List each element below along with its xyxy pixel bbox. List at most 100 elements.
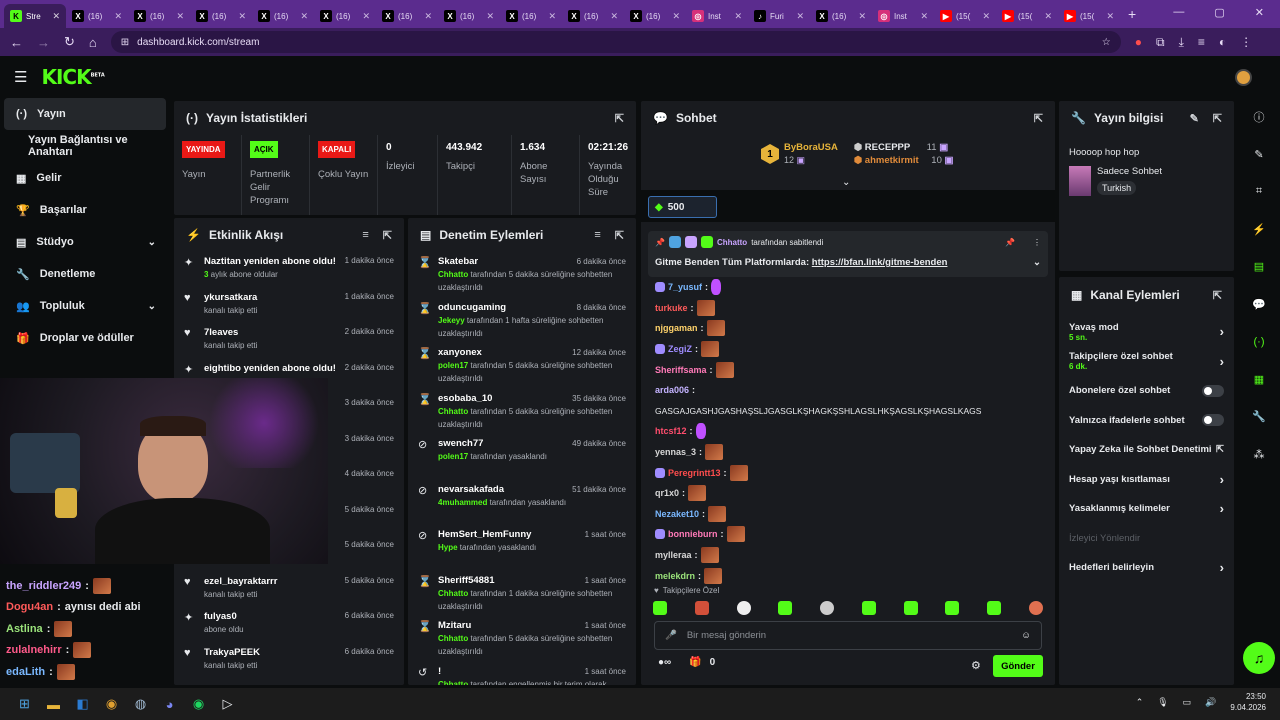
unpin-icon[interactable]: 📌 [1005, 238, 1015, 247]
popout-icon[interactable]: ⇱ [615, 229, 624, 242]
emote-button[interactable] [903, 601, 918, 615]
browser-tab[interactable]: ◎ Inst ✕ [686, 4, 748, 28]
outlook-icon[interactable]: ◧ [68, 692, 97, 716]
chevron-right-icon[interactable]: › [1220, 560, 1224, 575]
bookmark-star-icon[interactable]: ☆ [1102, 37, 1111, 48]
chevron-right-icon[interactable]: › [1220, 472, 1224, 487]
points-icon[interactable]: ●∞ [658, 657, 671, 668]
media-player-icon[interactable]: ▷ [213, 692, 242, 716]
close-tab-icon[interactable]: ✕ [1106, 11, 1114, 22]
close-tab-icon[interactable]: ✕ [176, 11, 184, 22]
close-tab-icon[interactable]: ✕ [52, 11, 60, 22]
emote-button[interactable] [1028, 601, 1043, 615]
forward-icon[interactable]: → [37, 35, 50, 50]
close-tab-icon[interactable]: ✕ [672, 11, 680, 22]
moderated-user[interactable]: xanyonex [438, 347, 482, 359]
browser-tab[interactable]: ▶ (15(✕ [1058, 4, 1120, 28]
emote-button[interactable] [820, 601, 835, 615]
activity-user[interactable]: fulyas0 [204, 611, 337, 623]
browser-tab[interactable]: X (16) ✕ [500, 4, 562, 28]
moderated-user[interactable]: Sheriff54881 [438, 575, 495, 587]
browser-tab[interactable]: ◎ Inst ✕ [872, 4, 934, 28]
support-headset-icon[interactable]: ♫ [1243, 642, 1275, 674]
toggle-switch[interactable] [1202, 414, 1224, 427]
toggle-switch[interactable] [1202, 384, 1224, 397]
crop-icon[interactable]: ⌗ [1238, 173, 1280, 211]
url-bar[interactable]: ⊞ dashboard.kick.com/stream ☆ [110, 31, 1121, 53]
filter-icon[interactable]: ≡ [594, 229, 600, 242]
back-icon[interactable]: ← [10, 35, 23, 50]
new-tab-icon[interactable]: + [1128, 6, 1136, 22]
browser-tab[interactable]: X (16) ✕ [810, 4, 872, 28]
mic-icon[interactable]: 🎤 [665, 630, 677, 641]
emote-button[interactable] [987, 601, 1002, 615]
profile-avatar-icon[interactable]: ◐ [1219, 35, 1226, 49]
chat-username[interactable]: yennas_3 [655, 447, 696, 457]
chat-username[interactable]: Nezaket10 [655, 509, 699, 519]
chevron-down-icon[interactable]: ⌄ [148, 237, 156, 248]
close-tab-icon[interactable]: ✕ [238, 11, 246, 22]
moderated-user[interactable]: HemSert_HemFunny [438, 529, 531, 541]
activity-user[interactable]: ykursatkara [204, 292, 337, 304]
chat-username[interactable]: arda006 [655, 385, 689, 395]
close-tab-icon[interactable]: ✕ [920, 11, 928, 22]
spotify-icon[interactable]: ◉ [184, 692, 213, 716]
reload-icon[interactable]: ↻ [64, 34, 75, 50]
moderator-name[interactable]: polen17 [438, 452, 468, 461]
browser-tab[interactable]: X (16) ✕ [376, 4, 438, 28]
gifter-name[interactable]: ByBoraUSA [784, 142, 838, 154]
moderator-name[interactable]: 4muhammed [438, 498, 487, 507]
close-tab-icon[interactable]: ✕ [796, 11, 804, 22]
browser-tab[interactable]: X (16) ✕ [252, 4, 314, 28]
close-tab-icon[interactable]: ✕ [548, 11, 556, 22]
moderated-user[interactable]: ! [438, 666, 441, 678]
gifter-name[interactable]: RECEPPP [865, 142, 910, 153]
home-icon[interactable]: ⌂ [89, 35, 97, 50]
chat-username[interactable]: melekdrn [655, 571, 695, 581]
document-icon[interactable]: ▤ [1238, 248, 1280, 286]
close-tab-icon[interactable]: ✕ [114, 11, 122, 22]
site-info-icon[interactable]: ⊞ [121, 37, 129, 48]
close-tab-icon[interactable]: ✕ [734, 11, 742, 22]
kick-logo[interactable]: KICKBETA [41, 65, 104, 89]
browser-tab[interactable]: X (16) ✕ [66, 4, 128, 28]
chat-username[interactable]: bonnieburn [668, 529, 718, 539]
sidebar-item[interactable]: 🎁 Droplar ve ödüller [0, 322, 170, 354]
chat-username[interactable]: 7_yusuf [668, 282, 702, 292]
moderator-name[interactable]: polen17 [438, 361, 468, 370]
browser-tab[interactable]: X (16) ✕ [562, 4, 624, 28]
close-tab-icon[interactable]: ✕ [858, 11, 866, 22]
pencil-icon[interactable]: ✎ [1238, 136, 1280, 174]
tray-expand-icon[interactable]: ⌃ [1136, 697, 1144, 708]
goal-badge[interactable]: ◆ 500 [648, 196, 717, 218]
pinned-link[interactable]: https://bfan.link/gitme-benden [812, 257, 948, 268]
sidebar-item[interactable]: 🏆 Başarılar [0, 194, 170, 226]
moderator-name[interactable]: Jekeyy [438, 316, 465, 325]
maximize-icon[interactable]: ▢ [1214, 6, 1224, 19]
close-tab-icon[interactable]: ✕ [610, 11, 618, 22]
close-window-icon[interactable]: ✕ [1255, 6, 1264, 19]
chat-username[interactable]: qr1x0 [655, 488, 679, 498]
popout-icon[interactable]: ⇱ [615, 112, 624, 125]
menu-dots-icon[interactable]: ⋮ [1240, 35, 1252, 49]
emote-button[interactable] [736, 601, 751, 615]
channel-action-row[interactable]: Yapay Zeka ile Sohbet Denetimi ⇱ [1059, 435, 1234, 465]
moderator-name[interactable]: Chhatto [438, 634, 468, 643]
expand-icon[interactable]: ⌄ [1033, 257, 1041, 268]
chat-input[interactable]: 🎤 Bir mesaj gönderin ☺ [654, 621, 1042, 650]
emoji-icon[interactable]: ☺ [1021, 630, 1031, 641]
chat-username[interactable]: ZegiZ [668, 344, 692, 354]
emote-button[interactable] [945, 601, 960, 615]
emote-button[interactable] [861, 601, 876, 615]
settings-gear-icon[interactable]: ⚙ [971, 659, 981, 672]
sidebar-item[interactable]: (·) Yayın [4, 98, 166, 130]
chevron-right-icon[interactable]: › [1220, 501, 1224, 516]
send-button[interactable]: Gönder [993, 655, 1043, 677]
sidebar-item[interactable]: Yayın Bağlantısı ve Anahtarı [0, 130, 170, 162]
close-tab-icon[interactable]: ✕ [424, 11, 432, 22]
channel-action-row[interactable]: Takipçilere özel sohbet 6 dk. › [1059, 347, 1234, 377]
gift-icon[interactable]: 🎁 [689, 657, 701, 668]
channel-action-row[interactable]: Hedefleri belirleyin › [1059, 553, 1234, 583]
share-icon[interactable]: ⁂ [1238, 436, 1280, 474]
filter-icon[interactable]: ≡ [362, 229, 368, 242]
